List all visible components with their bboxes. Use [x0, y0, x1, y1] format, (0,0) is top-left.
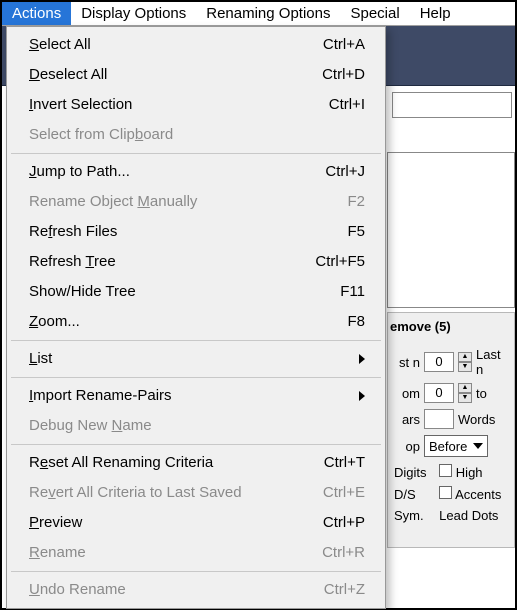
- chars-input[interactable]: [424, 409, 454, 429]
- label-first-n: st n: [392, 355, 420, 370]
- menu-list[interactable]: List: [9, 344, 383, 374]
- first-n-spinner[interactable]: ▲ ▼: [458, 352, 472, 372]
- menu-deselect-all[interactable]: Deselect All Ctrl+D: [9, 60, 383, 90]
- menu-preview[interactable]: Preview Ctrl+P: [9, 508, 383, 538]
- chevron-up-icon[interactable]: ▲: [458, 383, 472, 393]
- label-crop: op: [392, 439, 420, 454]
- menu-show-hide-tree[interactable]: Show/Hide Tree F11: [9, 277, 383, 307]
- menu-undo-rename: Undo Rename Ctrl+Z: [9, 575, 383, 605]
- menu-import-rename-pairs[interactable]: Import Rename-Pairs: [9, 381, 383, 411]
- menubar-special[interactable]: Special: [340, 2, 409, 25]
- menu-separator: [11, 377, 381, 378]
- label-from: om: [392, 386, 420, 401]
- menu-invert-selection[interactable]: Invert Selection Ctrl+I: [9, 90, 383, 120]
- menubar-actions[interactable]: Actions: [2, 2, 71, 25]
- label-high: High: [456, 465, 483, 480]
- menu-select-from-clipboard: Select from Clipboard: [9, 120, 383, 150]
- menubar: Actions Display Options Renaming Options…: [2, 2, 515, 26]
- menu-refresh-files[interactable]: Refresh Files F5: [9, 217, 383, 247]
- chevron-down-icon[interactable]: ▼: [458, 362, 472, 372]
- menu-jump-to-path[interactable]: Jump to Path... Ctrl+J: [9, 157, 383, 187]
- chevron-down-icon: [473, 443, 483, 449]
- menu-reset-criteria[interactable]: Reset All Renaming Criteria Ctrl+T: [9, 448, 383, 478]
- high-checkbox[interactable]: [439, 464, 452, 477]
- path-input[interactable]: [392, 92, 512, 118]
- from-spinner[interactable]: ▲ ▼: [458, 383, 472, 403]
- first-n-input[interactable]: 0: [424, 352, 454, 372]
- from-input[interactable]: 0: [424, 383, 454, 403]
- crop-combo-value: Before: [429, 439, 467, 454]
- menu-separator: [11, 340, 381, 341]
- submenu-arrow-icon: [359, 354, 365, 364]
- crop-combo[interactable]: Before: [424, 435, 488, 457]
- label-lead-dots: Lead Dots: [439, 508, 508, 523]
- label-sym: Sym.: [394, 508, 433, 523]
- menu-debug-new-name: Debug New Name: [9, 411, 383, 441]
- menu-separator: [11, 571, 381, 572]
- submenu-arrow-icon: [359, 391, 365, 401]
- menu-rename-manually: Rename Object Manually F2: [9, 187, 383, 217]
- tree-panel[interactable]: [387, 152, 515, 308]
- label-digits: Digits: [394, 465, 433, 480]
- label-ds: D/S: [394, 487, 433, 502]
- accents-checkbox[interactable]: [439, 486, 452, 499]
- label-last-n: Last n: [476, 347, 510, 377]
- label-words: Words: [458, 412, 510, 427]
- chevron-down-icon[interactable]: ▼: [458, 393, 472, 403]
- chevron-up-icon[interactable]: ▲: [458, 352, 472, 362]
- menu-separator: [11, 444, 381, 445]
- actions-menu: Select All Ctrl+A Deselect All Ctrl+D In…: [6, 26, 386, 609]
- menu-zoom[interactable]: Zoom... F8: [9, 307, 383, 337]
- remove-panel: emove (5) st n 0 ▲ ▼ Last n om 0 ▲ ▼ to …: [387, 312, 515, 548]
- menubar-renaming-options[interactable]: Renaming Options: [196, 2, 340, 25]
- label-accents: Accents: [455, 487, 501, 502]
- panel-title: emove (5): [388, 313, 514, 344]
- menu-refresh-tree[interactable]: Refresh Tree Ctrl+F5: [9, 247, 383, 277]
- menu-separator: [11, 153, 381, 154]
- menubar-display-options[interactable]: Display Options: [71, 2, 196, 25]
- menu-select-all[interactable]: Select All Ctrl+A: [9, 30, 383, 60]
- menu-revert-criteria: Revert All Criteria to Last Saved Ctrl+E: [9, 478, 383, 508]
- menubar-help[interactable]: Help: [410, 2, 461, 25]
- label-to: to: [476, 386, 510, 401]
- label-chars: ars: [392, 412, 420, 427]
- menu-rename: Rename Ctrl+R: [9, 538, 383, 568]
